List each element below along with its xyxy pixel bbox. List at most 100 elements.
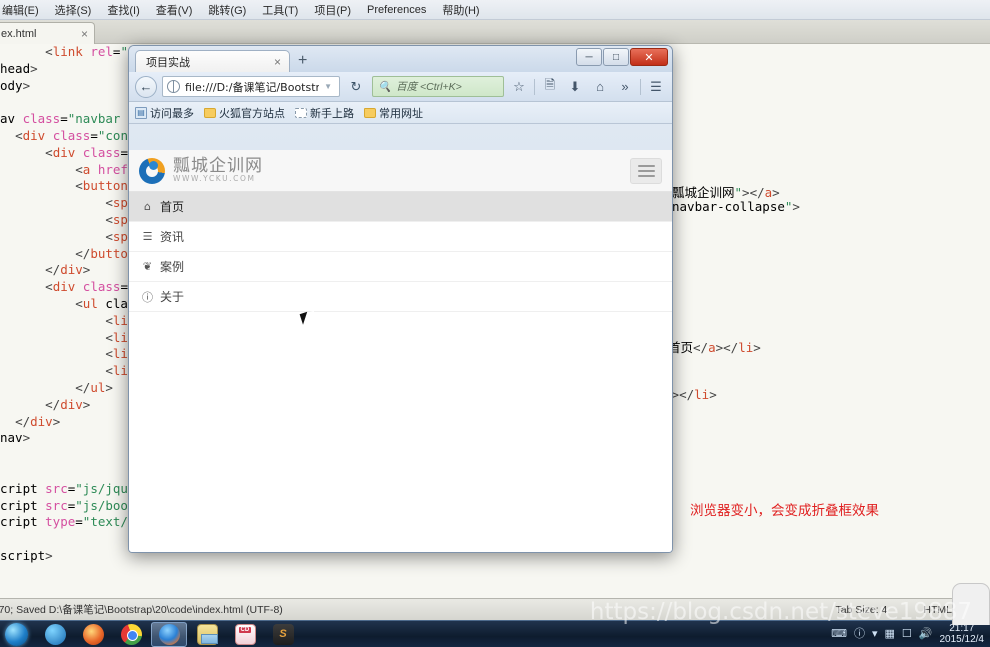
bookmark-item-0[interactable]: ▤ 访问最多 xyxy=(135,105,194,121)
most-visited-icon: ▤ xyxy=(135,106,147,119)
reading-list-icon[interactable]: 🗎 xyxy=(540,76,560,98)
editor-menu-0[interactable]: 编辑(E) xyxy=(0,0,47,20)
nav-item-label: 资讯 xyxy=(160,230,185,244)
toggle-bar-icon xyxy=(637,174,655,177)
bookmark-item-2[interactable]: 新手上路 xyxy=(295,105,354,121)
code-fragment: 首页</a></li> xyxy=(668,340,761,355)
site-navigation: ⌂ 首页 ☰ 资讯 ❦ 案例 ⓘ 关于 xyxy=(129,192,672,312)
info-icon[interactable]: ⓘ xyxy=(854,628,865,640)
taskbar-ie-icon xyxy=(44,623,66,645)
window-corner-decoration xyxy=(952,583,990,625)
keyboard-icon[interactable]: ⌨ xyxy=(831,628,847,640)
navbar-toggle-button[interactable] xyxy=(630,157,662,184)
system-tray: ⌨ ⓘ ▾ ▦ ☐ 🔊 21:17 2015/12/4 xyxy=(831,623,990,646)
taskbar-chrome-icon xyxy=(120,623,142,645)
taskbar-notes[interactable] xyxy=(189,622,225,647)
download-icon[interactable]: ⬇ xyxy=(565,76,585,98)
browser-tab-close-icon[interactable]: × xyxy=(274,55,281,69)
start-button[interactable] xyxy=(1,622,31,647)
fire-icon: ❦ xyxy=(142,260,153,273)
search-icon: 🔍 xyxy=(378,81,392,93)
chevron-down-icon[interactable]: ▼ xyxy=(324,82,335,91)
home-icon[interactable]: ⌂ xyxy=(590,76,610,98)
show-hidden-icons-icon[interactable]: ▾ xyxy=(872,628,878,640)
network-icon[interactable]: ☐ xyxy=(902,628,912,640)
nav-item-label: 案例 xyxy=(160,260,185,274)
code-fragment: navbar-collapse"> xyxy=(672,199,800,214)
taskbar-notes-icon xyxy=(196,623,218,645)
volume-icon[interactable]: 🔊 xyxy=(919,628,933,640)
nav-item-2[interactable]: ❦ 案例 xyxy=(129,252,672,282)
editor-menu-2[interactable]: 查找(I) xyxy=(99,0,147,20)
nav-item-3[interactable]: ⓘ 关于 xyxy=(129,282,672,312)
taskbar-sublime[interactable]: S xyxy=(265,622,301,647)
site-brand[interactable]: 瓢城企训网 WWW.YCKU.COM xyxy=(139,155,263,184)
editor-menu-7[interactable]: Preferences xyxy=(359,2,434,18)
overflow-chevrons-icon[interactable]: » xyxy=(615,76,635,98)
taskbar-sublime-icon: S xyxy=(272,623,294,645)
taskbar-firefox[interactable] xyxy=(151,621,187,647)
taskbar-cd-app[interactable] xyxy=(227,622,263,647)
bookmark-label: 火狐官方站点 xyxy=(219,107,285,120)
editor-tabbar: ex.html × xyxy=(0,20,990,44)
clock-date: 2015/12/4 xyxy=(939,634,985,645)
site-header: 瓢城企训网 WWW.YCKU.COM xyxy=(129,150,672,192)
nav-item-0[interactable]: ⌂ 首页 xyxy=(129,192,672,222)
globe-icon xyxy=(167,79,180,93)
browser-tab-title: 项目实战 xyxy=(146,56,190,69)
taskbar-firefox-icon xyxy=(158,623,180,645)
app-tray-icon[interactable]: ▦ xyxy=(885,628,895,640)
taskbar-cd-app-icon xyxy=(234,623,256,645)
minimize-button[interactable]: ─ xyxy=(576,48,602,66)
bookmark-item-3[interactable]: 常用网址 xyxy=(364,105,423,121)
new-tab-button[interactable]: + xyxy=(298,53,307,72)
editor-menu-5[interactable]: 工具(T) xyxy=(254,0,306,20)
hamburger-menu-icon[interactable]: ☰ xyxy=(646,76,666,98)
browser-tabstrip: 项目实战 × + xyxy=(135,50,307,72)
browser-titlebar: 项目实战 × + ─ □ ✕ xyxy=(129,46,672,72)
info-circle-icon: ⓘ xyxy=(142,290,153,304)
editor-tab-size: Tab Size: 4 xyxy=(835,603,888,616)
close-button[interactable]: ✕ xyxy=(630,48,668,66)
editor-tab-label: ex.html xyxy=(1,27,37,40)
red-annotation-text: 浏览器变小，会变成折叠框效果 xyxy=(690,503,879,519)
browser-tab-active[interactable]: 项目实战 × xyxy=(135,50,290,72)
toggle-bar-icon xyxy=(637,169,655,172)
search-placeholder: 百度 <Ctrl+K> xyxy=(396,81,462,93)
brand-url: WWW.YCKU.COM xyxy=(173,174,256,184)
editor-menu-1[interactable]: 选择(S) xyxy=(47,0,100,20)
bookmarks-toolbar: ▤ 访问最多 火狐官方站点 新手上路 常用网址 xyxy=(129,102,672,124)
maximize-button[interactable]: □ xyxy=(603,48,629,66)
editor-menu-3[interactable]: 查看(V) xyxy=(148,0,201,20)
editor-menu-6[interactable]: 项目(P) xyxy=(306,0,359,20)
editor-syntax-mode[interactable]: HTML xyxy=(923,604,952,616)
bookmark-item-1[interactable]: 火狐官方站点 xyxy=(204,105,285,121)
folder-icon xyxy=(204,107,216,118)
editor-menubar: 编辑(E) 选择(S) 查找(I) 查看(V) 跳转(G) 工具(T) 项目(P) Prefe… xyxy=(0,0,990,20)
bookmark-star-icon[interactable]: ☆ xyxy=(509,76,529,98)
bookmark-label: 常用网址 xyxy=(379,107,423,120)
taskbar-items: S xyxy=(37,621,301,647)
address-bar[interactable]: file:///D:/备课笔记/Bootstrap/20/code/ind ▼ xyxy=(162,76,340,97)
brand-name: 瓢城企训网 xyxy=(173,155,263,176)
taskbar-chrome[interactable] xyxy=(113,622,149,647)
reload-icon[interactable]: ↻ xyxy=(345,76,367,97)
nav-item-1[interactable]: ☰ 资讯 xyxy=(129,222,672,252)
firefox-browser-window[interactable]: 项目实战 × + ─ □ ✕ ← file:///D:/备课笔记/Bootstr… xyxy=(128,45,673,553)
nav-item-label: 关于 xyxy=(160,290,185,304)
system-clock[interactable]: 21:17 2015/12/4 xyxy=(940,623,985,646)
editor-tab-close-icon[interactable]: × xyxy=(81,27,88,41)
editor-menu-8[interactable]: 帮助(H) xyxy=(434,0,487,20)
back-button-icon[interactable]: ← xyxy=(135,75,157,98)
editor-tab-index-html[interactable]: ex.html × xyxy=(0,22,95,44)
window-controls: ─ □ ✕ xyxy=(576,48,668,66)
search-input[interactable]: 🔍 百度 <Ctrl+K> xyxy=(372,76,504,97)
taskbar-firefox-alt-icon xyxy=(82,623,104,645)
taskbar-firefox-alt[interactable] xyxy=(75,622,111,647)
folder-icon xyxy=(364,107,376,118)
taskbar-ie[interactable] xyxy=(37,622,73,647)
toolbar-divider-2 xyxy=(640,78,641,95)
home-icon: ⌂ xyxy=(144,200,151,213)
editor-menu-4[interactable]: 跳转(G) xyxy=(200,0,254,20)
toggle-bar-icon xyxy=(637,164,655,167)
